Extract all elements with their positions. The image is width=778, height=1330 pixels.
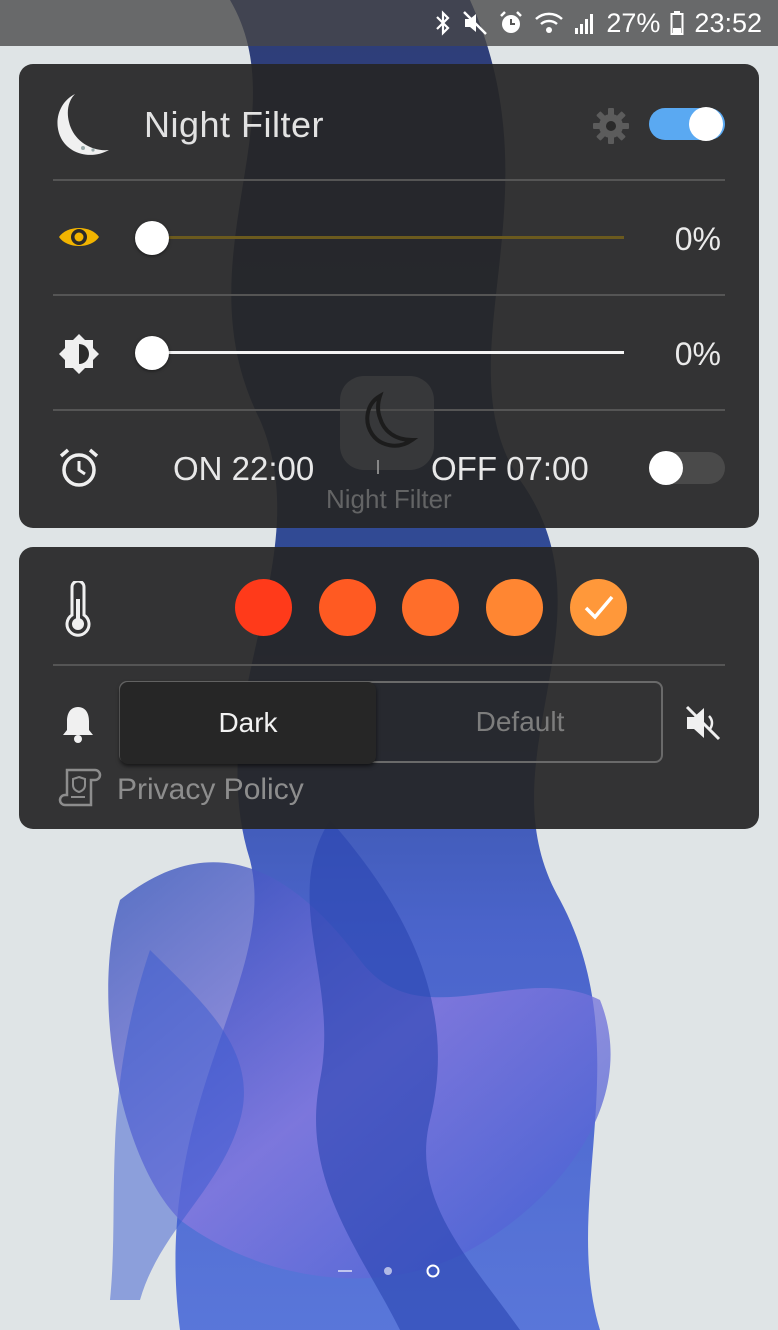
thermometer-icon (65, 581, 91, 637)
options-panel: Default Dark Privacy Policy (19, 547, 759, 829)
schedule-separator (377, 460, 379, 474)
color-swatch-1[interactable] (235, 579, 292, 636)
battery-icon (670, 11, 684, 35)
signal-icon (575, 14, 594, 34)
page-indicator (338, 1264, 440, 1278)
wifi-icon (535, 12, 564, 33)
schedule-row: ON 22:00 OFF 07:00 (19, 64, 759, 528)
color-swatch-4[interactable] (486, 579, 543, 636)
clock: 23:52 (694, 7, 762, 38)
schedule-off-time[interactable]: OFF 07:00 (431, 450, 589, 488)
alarm-icon (500, 11, 523, 33)
theme-dark-option[interactable]: Dark (120, 682, 376, 764)
schedule-toggle[interactable] (649, 451, 725, 485)
divider (53, 664, 725, 666)
privacy-policy-link[interactable]: Privacy Policy (117, 773, 304, 807)
privacy-document-icon[interactable] (57, 767, 103, 809)
status-bar: 27% 23:52 (0, 0, 778, 46)
bluetooth-icon (436, 10, 450, 36)
sound-off-icon[interactable] (683, 703, 723, 743)
color-swatch-3[interactable] (402, 579, 459, 636)
color-swatch-5-selected[interactable] (570, 579, 627, 636)
bell-icon (63, 707, 93, 743)
mute-icon (463, 11, 488, 35)
check-icon (584, 595, 614, 620)
schedule-on-time[interactable]: ON 22:00 (173, 450, 314, 488)
battery-percent: 27% (606, 7, 661, 38)
color-swatch-2[interactable] (319, 579, 376, 636)
theme-default-option[interactable]: Default (391, 683, 649, 761)
